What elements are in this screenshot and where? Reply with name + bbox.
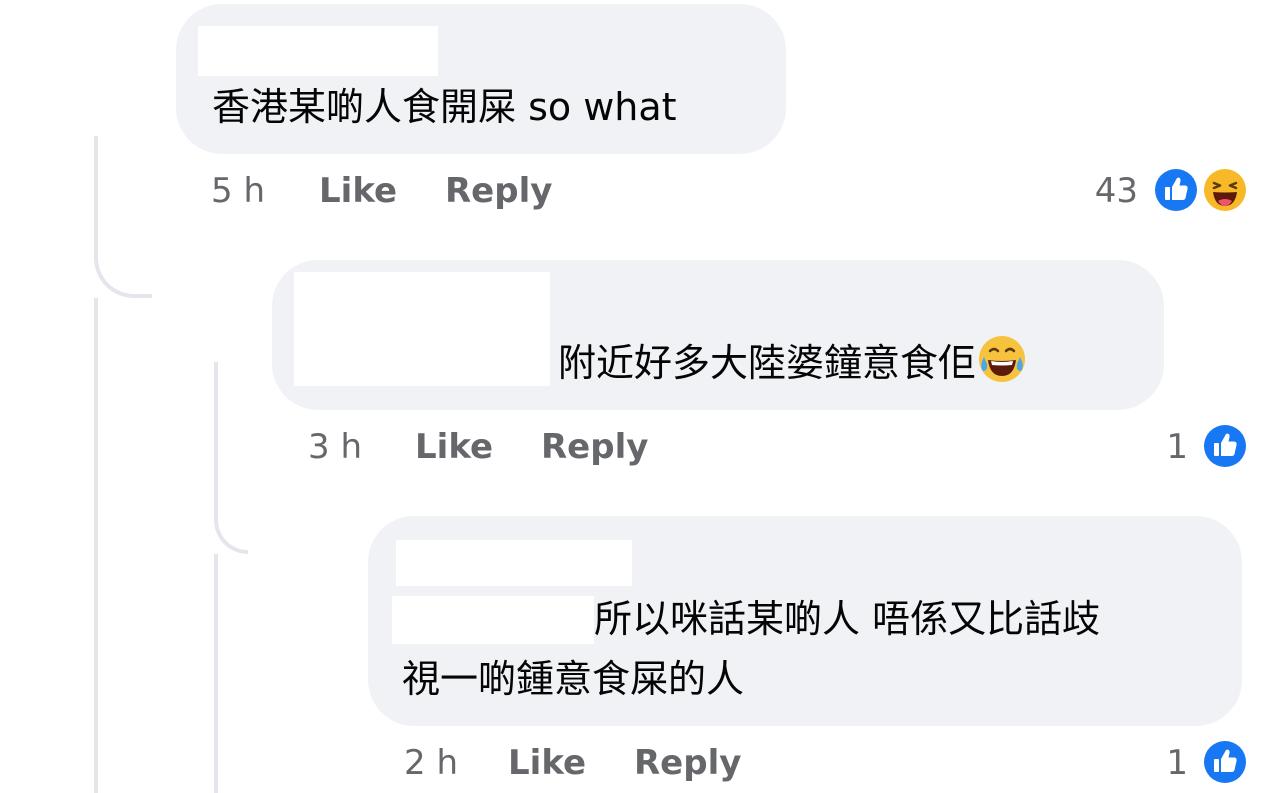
reaction-count[interactable]: 43: [1095, 171, 1138, 211]
thread-line-level-1-continuation: [94, 298, 98, 793]
thread-line-level-1: [94, 136, 152, 298]
thread-line-level-2-continuation: [214, 554, 218, 793]
comment-text-line-2: 視一啲鍾意食屎的人: [402, 657, 745, 701]
comment-text: 香港某啲人食開屎 so what: [212, 85, 677, 129]
comment-text-content: 附近好多大陸婆鐘意食佢: [558, 341, 977, 385]
like-icon[interactable]: [1201, 738, 1249, 786]
comment-timestamp[interactable]: 2 h: [404, 743, 458, 783]
like-icon[interactable]: [1152, 166, 1200, 214]
like-icon[interactable]: [1201, 422, 1249, 470]
reply-button[interactable]: Reply: [541, 427, 648, 467]
redacted-author-name: [396, 540, 632, 586]
redacted-author-name: [198, 26, 438, 76]
reaction-count[interactable]: 1: [1166, 743, 1188, 783]
redacted-author-name: [294, 272, 550, 386]
comment-bubble-2: 附近好多大陸婆鐘意食佢: [272, 260, 1164, 410]
like-button[interactable]: Like: [415, 427, 493, 467]
like-button[interactable]: Like: [319, 171, 397, 211]
comment-text: 附近好多大陸婆鐘意食佢: [558, 332, 1028, 394]
laughing-tears-emoji: [979, 336, 1026, 382]
comment-timestamp[interactable]: 3 h: [308, 427, 362, 467]
haha-icon[interactable]: [1201, 166, 1249, 214]
comment-bubble-3: 所以咪話某啲人 唔係又比話歧 視一啲鍾意食屎的人: [368, 516, 1242, 726]
comment-timestamp[interactable]: 5 h: [211, 171, 265, 211]
reply-button[interactable]: Reply: [634, 743, 741, 783]
reaction-count[interactable]: 1: [1166, 427, 1188, 467]
reply-button[interactable]: Reply: [445, 171, 552, 211]
redacted-text-fragment: [392, 596, 594, 644]
thread-line-level-2: [214, 362, 248, 554]
comment-bubble-1: 香港某啲人食開屎 so what: [176, 4, 786, 154]
comment-text-line-1: 所以咪話某啲人 唔係又比話歧: [594, 597, 1101, 641]
like-button[interactable]: Like: [508, 743, 586, 783]
